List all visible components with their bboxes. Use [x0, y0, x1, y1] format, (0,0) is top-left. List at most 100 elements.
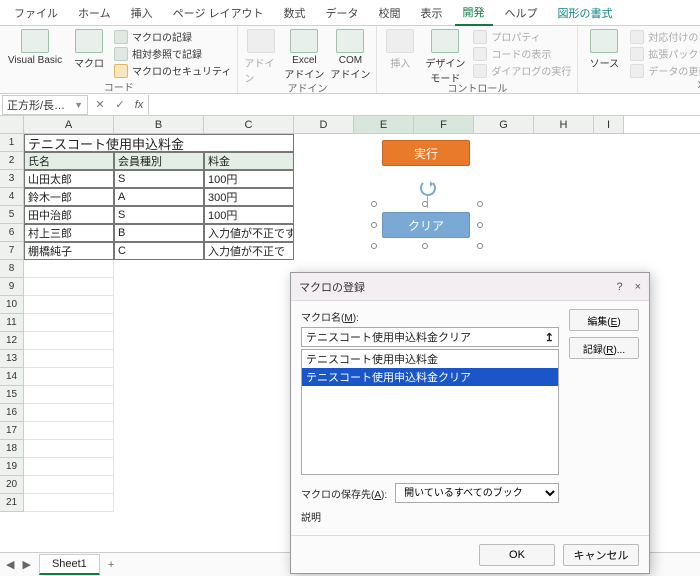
cell[interactable] — [24, 386, 114, 404]
cell[interactable]: 会員種別 — [114, 152, 204, 170]
xml-source-button[interactable]: ソース — [584, 29, 624, 70]
com-addins-button[interactable]: COM アドイン — [330, 29, 370, 81]
row-header[interactable]: 11 — [0, 314, 24, 332]
relative-ref-button[interactable]: 相対参照で記録 — [114, 46, 231, 61]
col-header[interactable]: F — [414, 116, 474, 133]
cell[interactable] — [24, 494, 114, 512]
prev-sheet-button[interactable]: ◀ — [6, 558, 14, 571]
cell[interactable]: 鈴木一郎 — [24, 188, 114, 206]
cell[interactable]: 氏名 — [24, 152, 114, 170]
rotate-handle-icon[interactable] — [420, 180, 436, 196]
row-header[interactable]: 4 — [0, 188, 24, 206]
tab-help[interactable]: ヘルプ — [497, 1, 546, 25]
row-header[interactable]: 15 — [0, 386, 24, 404]
col-header[interactable]: H — [534, 116, 594, 133]
sheet-tab[interactable]: Sheet1 — [39, 554, 100, 575]
col-header[interactable]: B — [114, 116, 204, 133]
list-item[interactable]: テニスコート使用申込料金クリア — [302, 368, 558, 386]
name-box[interactable]: 正方形/長…▼ — [2, 95, 88, 115]
resize-handle[interactable] — [371, 243, 377, 249]
row-header[interactable]: 10 — [0, 296, 24, 314]
formula-input[interactable] — [148, 95, 700, 115]
row-header[interactable]: 7 — [0, 242, 24, 260]
resize-handle[interactable] — [477, 243, 483, 249]
cell[interactable]: C — [114, 242, 204, 260]
addins-button[interactable]: アドイン — [244, 29, 278, 85]
select-all-corner[interactable] — [0, 116, 24, 133]
cancel-formula-button[interactable]: ✕ — [90, 98, 110, 111]
design-mode-button[interactable]: デザイン モード — [423, 29, 467, 85]
row-header[interactable]: 9 — [0, 278, 24, 296]
row-header[interactable]: 1 — [0, 134, 24, 152]
row-header[interactable]: 17 — [0, 422, 24, 440]
cell[interactable]: 100円 — [204, 170, 294, 188]
cell[interactable]: A — [114, 188, 204, 206]
ok-button[interactable]: OK — [479, 544, 555, 566]
tab-developer[interactable]: 開発 — [455, 0, 493, 26]
macro-security-button[interactable]: マクロのセキュリティ — [114, 63, 231, 78]
row-header[interactable]: 2 — [0, 152, 24, 170]
cell[interactable] — [24, 476, 114, 494]
dialog-help-button[interactable]: ? — [616, 281, 622, 293]
execute-shape-button[interactable]: 実行 — [382, 140, 470, 166]
col-header[interactable]: D — [294, 116, 354, 133]
enter-formula-button[interactable]: ✓ — [110, 98, 130, 111]
row-header[interactable]: 12 — [0, 332, 24, 350]
cell[interactable]: 村上三郎 — [24, 224, 114, 242]
cell[interactable] — [24, 314, 114, 332]
cell[interactable]: 田中治郎 — [24, 206, 114, 224]
cell[interactable]: 100円 — [204, 206, 294, 224]
tab-formulas[interactable]: 数式 — [276, 1, 314, 25]
cell[interactable]: 棚橋純子 — [24, 242, 114, 260]
tab-insert[interactable]: 挿入 — [123, 1, 161, 25]
insert-control-button[interactable]: 挿入 — [383, 29, 417, 70]
cell[interactable] — [24, 422, 114, 440]
row-header[interactable]: 5 — [0, 206, 24, 224]
cell[interactable]: 山田太郎 — [24, 170, 114, 188]
row-header[interactable]: 6 — [0, 224, 24, 242]
add-sheet-button[interactable]: + — [108, 559, 114, 571]
tab-file[interactable]: ファイル — [6, 1, 66, 25]
cell[interactable]: B — [114, 224, 204, 242]
edit-button[interactable]: 編集(E) — [569, 309, 639, 331]
tab-view[interactable]: 表示 — [413, 1, 451, 25]
cell[interactable] — [24, 458, 114, 476]
cell[interactable]: 入力値が不正で — [204, 242, 294, 260]
row-header[interactable]: 3 — [0, 170, 24, 188]
row-header[interactable]: 16 — [0, 404, 24, 422]
tab-data[interactable]: データ — [318, 1, 367, 25]
row-header[interactable]: 20 — [0, 476, 24, 494]
row-header[interactable]: 19 — [0, 458, 24, 476]
visual-basic-button[interactable]: Visual Basic — [6, 29, 64, 66]
cell[interactable]: S — [114, 206, 204, 224]
macro-store-select[interactable]: 開いているすべてのブック — [395, 483, 559, 503]
cell[interactable]: 入力値が不正です — [204, 224, 294, 242]
row-header[interactable]: 18 — [0, 440, 24, 458]
resize-handle[interactable] — [422, 201, 428, 207]
tab-shapeformat[interactable]: 図形の書式 — [550, 1, 621, 25]
tab-pagelayout[interactable]: ページ レイアウト — [165, 1, 272, 25]
cell[interactable] — [24, 440, 114, 458]
dialog-close-button[interactable]: × — [635, 281, 641, 293]
resize-handle[interactable] — [477, 201, 483, 207]
col-header[interactable]: G — [474, 116, 534, 133]
col-header[interactable]: C — [204, 116, 294, 133]
resize-handle[interactable] — [371, 201, 377, 207]
macros-button[interactable]: マクロ — [70, 29, 108, 70]
tab-review[interactable]: 校閲 — [371, 1, 409, 25]
cell[interactable]: 300円 — [204, 188, 294, 206]
excel-addins-button[interactable]: Excel アドイン — [284, 29, 324, 81]
cell[interactable] — [24, 278, 114, 296]
cell[interactable] — [24, 368, 114, 386]
list-item[interactable]: テニスコート使用申込料金 — [302, 350, 558, 368]
macro-name-input[interactable]: テニスコート使用申込料金クリア ↥ — [301, 327, 559, 347]
macro-list[interactable]: テニスコート使用申込料金 テニスコート使用申込料金クリア — [301, 349, 559, 475]
col-header[interactable]: A — [24, 116, 114, 133]
reference-icon[interactable]: ↥ — [545, 331, 554, 344]
fx-icon[interactable]: fx — [130, 99, 148, 111]
cell[interactable] — [24, 350, 114, 368]
resize-handle[interactable] — [371, 222, 377, 228]
row-header[interactable]: 13 — [0, 350, 24, 368]
cell[interactable] — [24, 404, 114, 422]
resize-handle[interactable] — [477, 222, 483, 228]
